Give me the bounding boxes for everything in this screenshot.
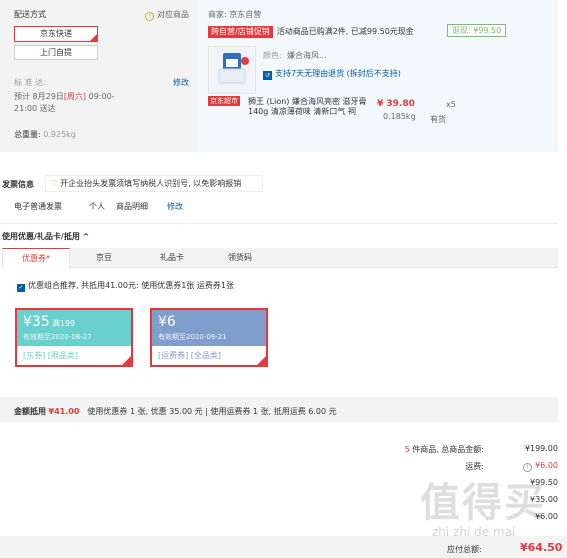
bulb-icon: ♡	[50, 179, 58, 188]
product-thumbnail[interactable]	[208, 46, 256, 94]
color-value: 嫌合海风...	[287, 51, 327, 60]
return-icon: ↺	[263, 71, 272, 80]
invoice-type: 电子普通发票	[14, 202, 62, 211]
promo-text: 活动商品已购满2件, 已减99.50元现金	[276, 27, 414, 36]
invoice-tip: ♡ 开企业抬头发票须填写纳税人识别号, 以免影响报销	[45, 175, 263, 192]
product-weight: 0.185kg	[383, 112, 416, 121]
promo-row: 跨自营/店铺促销 活动商品已购满2件, 已减99.50元现金	[208, 26, 414, 38]
shipping-title: 配送方式	[14, 10, 46, 19]
divider	[0, 223, 558, 224]
go-shop-button[interactable]: 逛现: ¥99.50	[447, 24, 507, 37]
stock-status: 有货	[430, 115, 446, 124]
tab-coupons[interactable]: 优惠券*	[2, 248, 70, 268]
checkbox-icon: ✓	[17, 284, 25, 292]
jd-express-option[interactable]: 京东快递	[14, 26, 98, 42]
eta-line2: 21:00 送达	[14, 104, 56, 113]
tab-gift-card[interactable]: 礼品卡	[138, 248, 206, 268]
promo-tag: 跨自营/店铺促销	[208, 26, 273, 38]
invoice-detail: 商品明细	[116, 202, 148, 211]
seller-label: 商家: 京东自营	[208, 10, 262, 19]
coupon-section-title[interactable]: 使用优惠/礼品卡/抵用 ^	[2, 231, 89, 242]
coupon-recommend[interactable]: ✓ 优惠组合推荐, 共抵用41.00元: 使用优惠券1张 运费券1张	[17, 280, 234, 292]
tab-redeem-code[interactable]: 领货码	[206, 248, 274, 268]
info-icon: !	[145, 12, 154, 21]
invoice-title: 发票信息	[2, 180, 34, 189]
supported-goods-link[interactable]: ! 对应商品	[145, 9, 189, 21]
return-policy: ↺ 支持7天无理由退货 (拆封后不支持)	[263, 69, 401, 80]
invoice-person: 个人	[89, 202, 105, 211]
product-name[interactable]: 狮王 (Lion) 嫌合海风亮密 滋牙膏140g 清凉薄荷味 清新口气 祠	[248, 97, 376, 117]
product-price: ¥ 39.80	[377, 99, 415, 109]
total-label: 应付总额:	[447, 545, 482, 554]
eta-line1: 预计 8月29日[周六] 09:00-	[14, 92, 115, 101]
tab-jd-beans[interactable]: 京豆	[70, 248, 138, 268]
deduct-summary: 金额抵用 ¥41.00 使用优惠券 1 张, 优惠 35.00 元 | 使用运费券…	[14, 407, 337, 416]
total-weight: 总重量: 0.925kg	[14, 130, 76, 139]
jd-supermarket-tag: 京东超市	[208, 96, 240, 106]
coupon-card-1[interactable]: ¥35 满199 有效期至2020-08-27 [东券] [限品类]	[15, 308, 133, 367]
coupon-card-2[interactable]: ¥6 有效期至2020-09-21 [运费券] [全品类]	[150, 308, 268, 367]
shipping-modify-link[interactable]: 修改	[173, 77, 189, 88]
self-pickup-option[interactable]: 上门自提	[14, 45, 98, 60]
invoice-modify-link[interactable]: 修改	[167, 201, 183, 212]
color-label: 颜色:	[263, 51, 282, 60]
watermark: 值得买	[420, 480, 546, 526]
standard-delivery-label: 标 准 达:	[14, 78, 46, 87]
total-value: ¥64.50	[520, 541, 563, 554]
product-qty: x5	[446, 100, 456, 109]
